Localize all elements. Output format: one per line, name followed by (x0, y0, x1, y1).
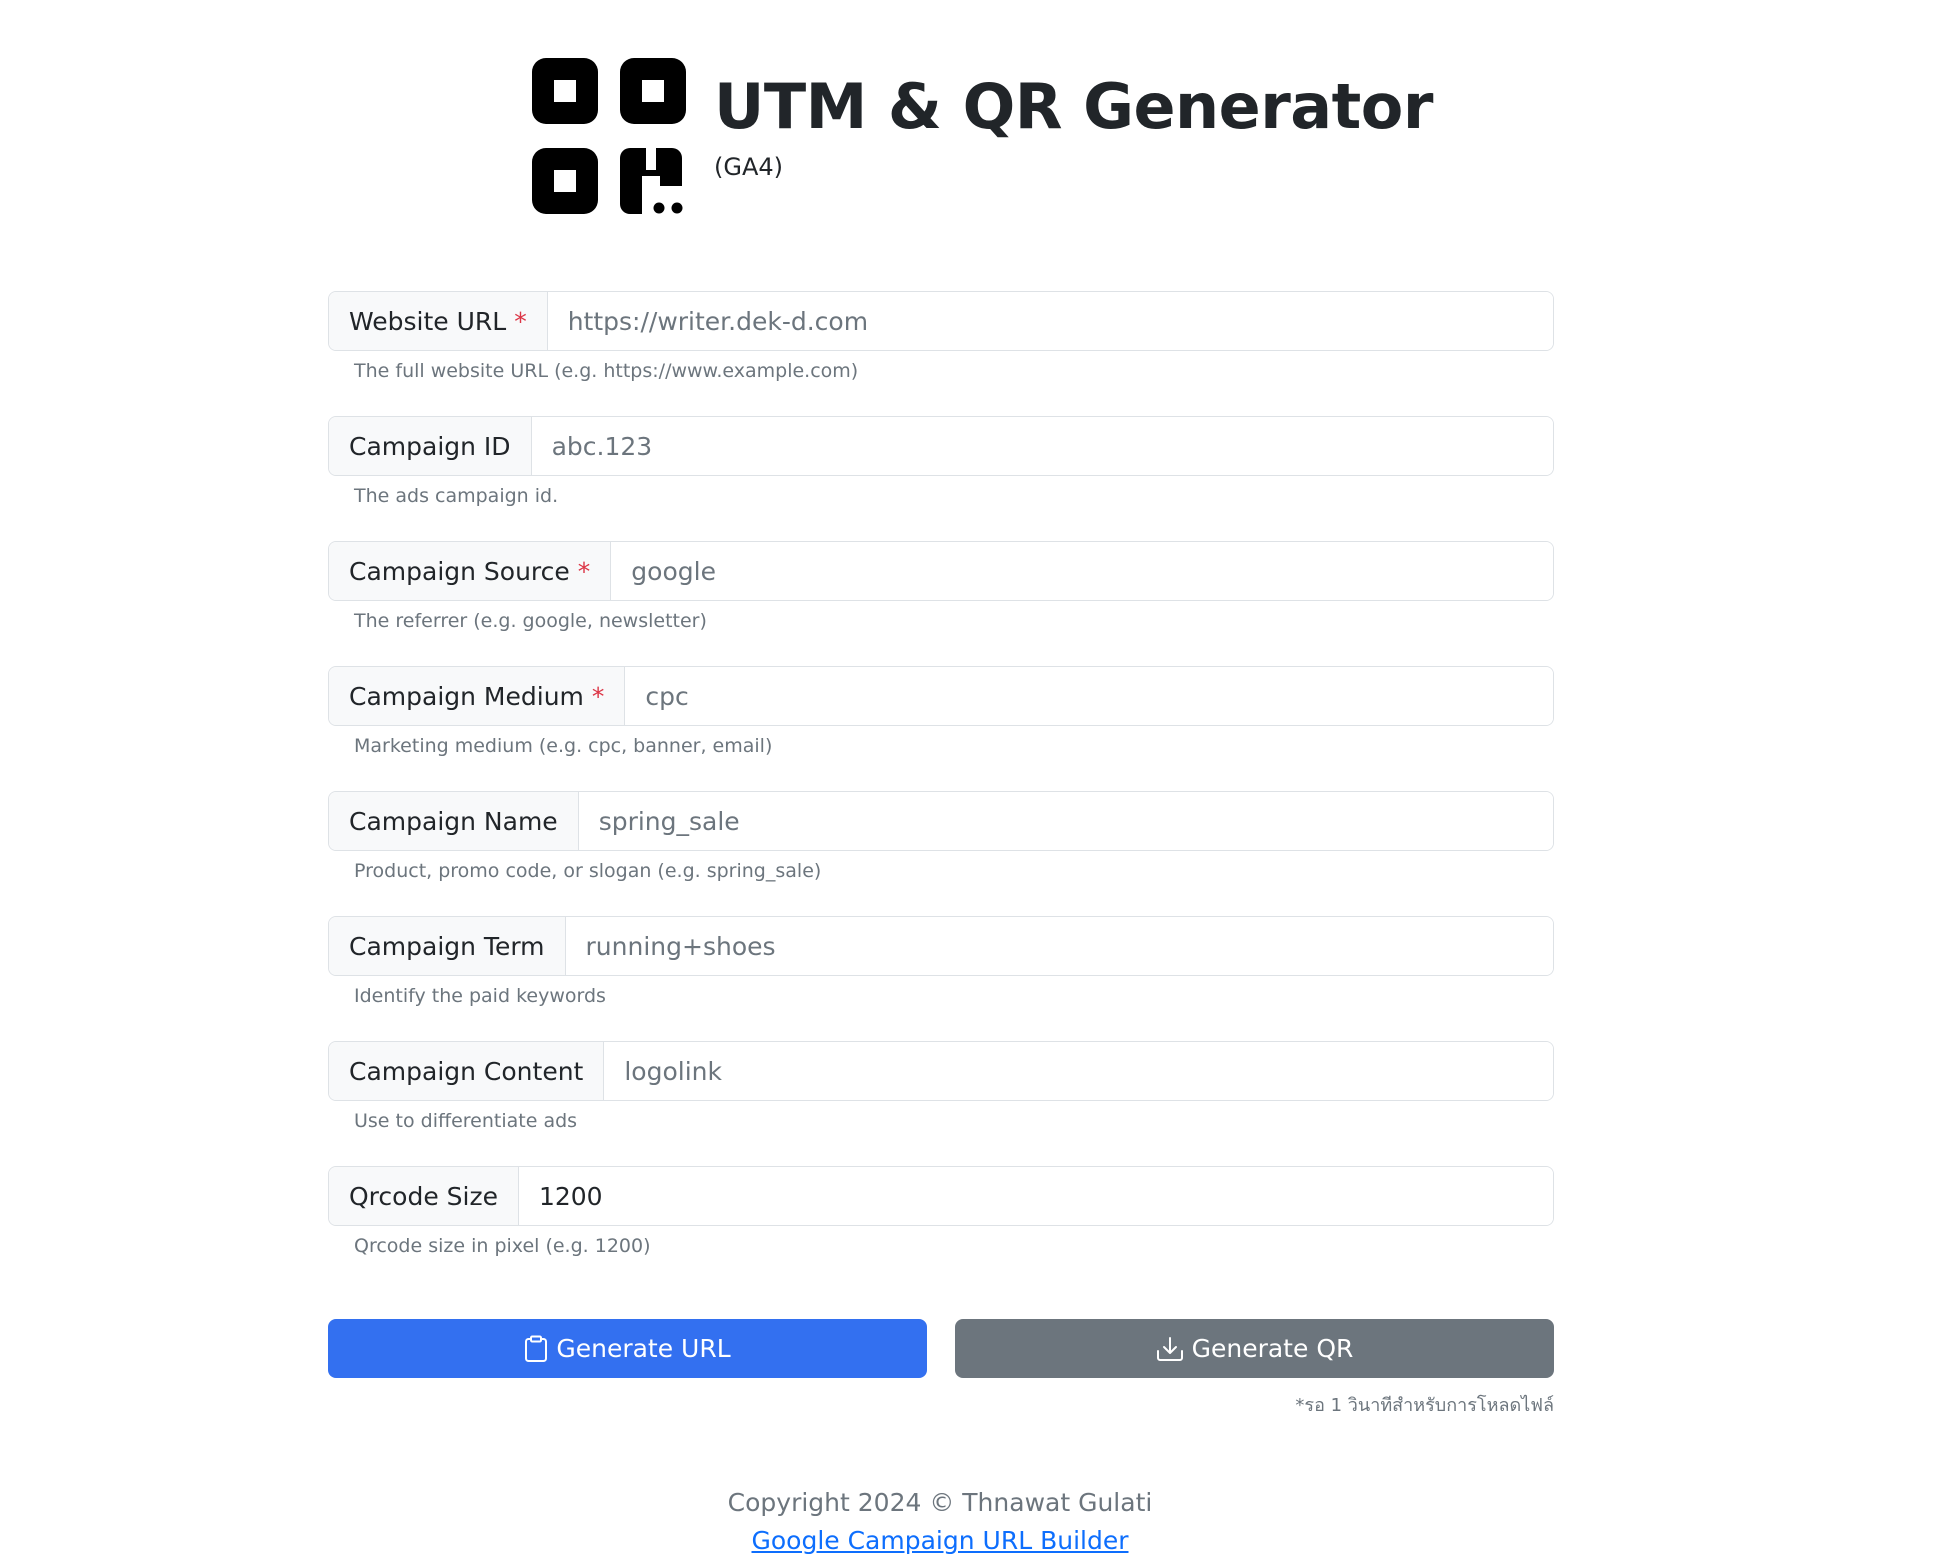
generate-qr-button[interactable]: Generate QR (955, 1319, 1554, 1378)
field-label: Campaign Content (329, 1042, 605, 1100)
field-label: Campaign Name (329, 792, 579, 850)
field-label-text: Qrcode Size (349, 1181, 498, 1211)
required-marker: * (577, 556, 591, 586)
campaign-content-input[interactable] (604, 1042, 1553, 1100)
field-label-text: Campaign Name (349, 806, 558, 836)
field-label: Campaign Medium * (329, 667, 626, 725)
field-label-text: Campaign Content (349, 1056, 584, 1086)
campaign-id-input[interactable] (531, 417, 1553, 475)
generate-url-label: Generate URL (556, 1334, 731, 1363)
field-label-text: Website URL (349, 306, 507, 336)
qr-code-icon (532, 58, 686, 214)
field-qrcode-size: Qrcode Size Qrcode size in pixel (e.g. 1… (328, 1166, 1554, 1291)
input-group: Website URL * (328, 291, 1554, 351)
title-block: UTM & QR Generator (GA4) (714, 58, 1433, 182)
campaign-name-input[interactable] (578, 792, 1553, 850)
field-campaign-content: Campaign Content Use to differentiate ad… (328, 1041, 1554, 1166)
field-label-text: Campaign Medium (349, 681, 584, 711)
footer: Copyright 2024 © Thnawat Gulati Google C… (0, 1485, 1880, 1561)
help-text: Qrcode size in pixel (e.g. 1200) (354, 1235, 651, 1257)
download-icon (1156, 1336, 1183, 1361)
help-text: The full website URL (e.g. https://www.e… (354, 360, 859, 382)
field-label: Website URL * (329, 292, 548, 350)
generate-url-button[interactable]: Generate URL (328, 1319, 927, 1378)
field-label: Campaign Source * (329, 542, 612, 600)
campaign-url-builder-link[interactable]: Google Campaign URL Builder (752, 1526, 1129, 1555)
help-text: The referrer (e.g. google, newsletter) (354, 610, 707, 632)
action-buttons: Generate URL Generate QR (328, 1319, 1554, 1378)
field-campaign-id: Campaign ID The ads campaign id. (328, 416, 1554, 541)
utm-form: Website URL* The full website URL (e.g. … (328, 291, 1554, 1291)
input-group: Campaign Term (328, 916, 1554, 976)
field-campaign-medium: Campaign Medium* Marketing medium (e.g. … (328, 666, 1554, 791)
page-title: UTM & QR Generator (714, 70, 1433, 143)
field-label: Qrcode Size (329, 1167, 519, 1225)
field-label: Campaign Term (329, 917, 566, 975)
field-label-text: Campaign ID (349, 431, 511, 461)
loading-note: *รอ 1 วินาทีสำหรับการโหลดไฟล์ (1295, 1395, 1554, 1416)
input-group: Campaign Source * (328, 541, 1554, 601)
field-website-url: Website URL* The full website URL (e.g. … (328, 291, 1554, 416)
field-campaign-term: Campaign Term Identify the paid keywords (328, 916, 1554, 1041)
campaign-term-input[interactable] (565, 917, 1553, 975)
input-group: Campaign Medium * (328, 666, 1554, 726)
page-header: UTM & QR Generator (GA4) (532, 58, 1433, 214)
copyright-text: Copyright 2024 © Thnawat Gulati (727, 1488, 1153, 1517)
input-group: Campaign Name (328, 791, 1554, 851)
required-marker: * (591, 681, 605, 711)
page-subtitle: (GA4) (714, 153, 784, 181)
help-text: Use to differentiate ads (354, 1110, 578, 1132)
input-group: Campaign Content (328, 1041, 1554, 1101)
required-marker: * (514, 306, 527, 336)
input-group: Campaign ID (328, 416, 1554, 476)
input-group: Qrcode Size (328, 1166, 1554, 1226)
field-campaign-source: Campaign Source* The referrer (e.g. goog… (328, 541, 1554, 666)
field-campaign-name: Campaign Name Product, promo code, or sl… (328, 791, 1554, 916)
field-label-text: Campaign Source (349, 556, 570, 586)
field-label: Campaign ID (329, 417, 532, 475)
generate-qr-label: Generate QR (1191, 1334, 1354, 1363)
help-text: Product, promo code, or slogan (e.g. spr… (354, 860, 822, 882)
help-text: Identify the paid keywords (354, 985, 606, 1007)
campaign-source-input[interactable] (611, 542, 1553, 600)
website-url-input[interactable] (547, 292, 1553, 350)
campaign-medium-input[interactable] (625, 667, 1553, 725)
clipboard-icon (525, 1335, 548, 1362)
field-label-text: Campaign Term (349, 931, 545, 961)
help-text: The ads campaign id. (354, 485, 559, 507)
qrcode-size-input[interactable] (518, 1167, 1553, 1225)
help-text: Marketing medium (e.g. cpc, banner, emai… (354, 735, 773, 757)
